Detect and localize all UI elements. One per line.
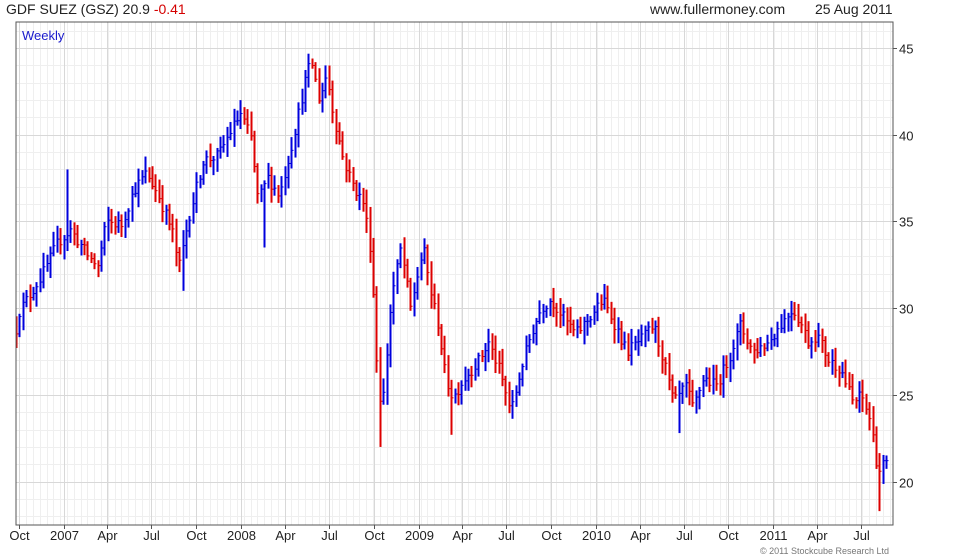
x-tick-label: 2011 <box>760 528 788 543</box>
y-tick-label: 40 <box>899 129 913 144</box>
x-tick-label: Oct <box>364 528 385 543</box>
x-tick-label: Apr <box>97 528 118 543</box>
x-tick-label: 2010 <box>582 528 611 543</box>
y-tick-label: 20 <box>899 476 913 491</box>
x-tick-label: 2008 <box>227 528 256 543</box>
y-tick-label: 35 <box>899 215 913 230</box>
x-tick-label: 2007 <box>50 528 79 543</box>
x-tick-label: Oct <box>541 528 562 543</box>
x-tick-label: Jul <box>143 528 160 543</box>
x-tick-label: Jul <box>853 528 870 543</box>
x-axis-labels: Oct 2007 Apr Jul Oct 2008 Apr Jul Oct 2009 Apr Jul O… <box>9 528 870 543</box>
y-axis-labels: 20 25 30 35 40 45 <box>899 42 913 491</box>
price-bars <box>15 53 889 512</box>
plot-frame <box>15 21 894 526</box>
y-tick-label: 45 <box>899 42 913 57</box>
x-tick-label: 2009 <box>405 528 434 543</box>
x-tick-label: Oct <box>186 528 207 543</box>
x-tick-label: Apr <box>807 528 828 543</box>
copyright-text: © 2011 Stockcube Research Ltd <box>760 546 889 556</box>
x-tick-label: Jul <box>676 528 693 543</box>
x-tick-label: Jul <box>321 528 338 543</box>
y-tick-label: 25 <box>899 389 913 404</box>
x-tick-label: Jul <box>498 528 515 543</box>
frequency-label: Weekly <box>22 28 65 43</box>
x-tick-label: Oct <box>9 528 30 543</box>
x-tick-label: Apr <box>452 528 473 543</box>
y-tick-label: 30 <box>899 302 913 317</box>
x-tick-label: Apr <box>630 528 651 543</box>
price-chart: 202530354045 Oct 2007 Apr Jul Oct 2008 Apr Jul O… <box>9 21 913 556</box>
grid <box>16 22 897 529</box>
x-tick-label: Oct <box>718 528 739 543</box>
x-tick-label: Apr <box>275 528 296 543</box>
